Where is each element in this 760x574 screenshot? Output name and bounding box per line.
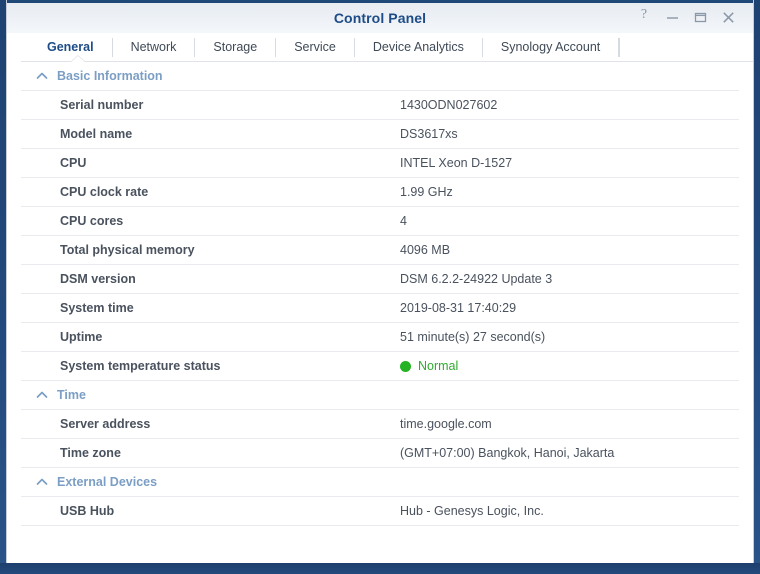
info-row: CPU INTEL Xeon D-1527 [21,149,739,178]
info-row-label: DSM version [60,272,136,286]
info-row: Total physical memory 4096 MB [21,236,739,265]
info-row-value: 2019-08-31 17:40:29 [400,301,517,315]
info-row-label: Time zone [60,446,121,460]
info-row-value: time.google.com [400,417,492,431]
tab-strip-end-divider [619,38,621,57]
maximize-icon [694,12,706,23]
active-tab-caret [70,56,85,62]
info-row: System time 2019-08-31 17:40:29 [21,294,739,323]
info-row-label: USB Hub [60,504,115,518]
info-row: DSM version DSM 6.2.2-24922 Update 3 [21,265,739,294]
info-row-value: Hub - Genesys Logic, Inc. [400,504,544,518]
question-mark-icon: ? [640,7,648,22]
info-row: CPU clock rate 1.99 GHz [21,178,739,207]
info-row: Uptime 51 minute(s) 27 second(s) [21,323,739,352]
info-row-value: (GMT+07:00) Bangkok, Hanoi, Jakarta [400,446,615,460]
section-title: External Devices [57,475,158,489]
info-row-value: DS3617xs [400,127,458,141]
tab-service[interactable]: Service [276,38,355,57]
info-row-value: INTEL Xeon D-1527 [400,156,513,170]
tab-network[interactable]: Network [113,38,196,57]
control-panel-window: Control Panel ? General Network Storage Ser… [6,0,754,563]
minimize-button[interactable] [661,8,683,28]
tab-storage[interactable]: Storage [195,38,277,57]
info-row-label: CPU clock rate [60,185,149,199]
tab-strip: General Network Storage Service Device Analy… [29,33,621,62]
info-row-label: Total physical memory [60,243,195,257]
section-header-basic-information[interactable]: Basic Information [21,62,739,91]
info-row-label: CPU [60,156,87,170]
info-row: Time zone (GMT+07:00) Bangkok, Hanoi, Jak… [21,439,739,468]
chevron-up-icon [36,72,48,79]
info-row-label: CPU cores [60,214,124,228]
section-title: Time [57,388,86,402]
info-row-value: 1.99 GHz [400,185,453,199]
close-icon [722,12,734,23]
chevron-up-icon[interactable] [35,475,49,489]
info-row-value: 1430ODN027602 [400,98,498,112]
chevron-up-icon[interactable] [35,388,49,402]
info-row-label: Model name [60,127,133,141]
info-row: Server address time.google.com [21,410,739,439]
info-row: USB Hub Hub - Genesys Logic, Inc. [21,497,739,526]
info-row: System temperature status Normal [21,352,739,381]
info-row-label: Server address [60,417,151,431]
info-row-value: DSM 6.2.2-24922 Update 3 [400,272,553,286]
tab-synology-account[interactable]: Synology Account [483,38,620,57]
status-badge: Normal [400,359,458,373]
info-row-value: 4 [400,214,407,228]
info-row-value: 4096 MB [400,243,451,257]
section-title: Basic Information [57,69,163,83]
section-header-time[interactable]: Time [21,381,739,410]
info-row-label: System temperature status [60,359,221,373]
info-row: Serial number 1430ODN027602 [21,91,739,120]
general-settings-content: Basic Information Serial number 1430ODN027… [7,62,753,563]
desktop-taskbar [0,563,760,574]
chevron-up-icon[interactable] [35,69,49,83]
info-row-label: Uptime [60,330,103,344]
info-row-value: Normal [418,359,459,373]
info-row: Model name DS3617xs [21,120,739,149]
chevron-up-icon [36,478,48,485]
section-header-external-devices[interactable]: External Devices [21,468,739,497]
window-title-bar: Control Panel ? [7,3,753,33]
minimize-icon [666,17,678,19]
tab-device-analytics[interactable]: Device Analytics [355,38,483,57]
close-button[interactable] [717,8,739,28]
info-row-label: System time [60,301,134,315]
maximize-button[interactable] [689,8,711,28]
info-row-label: Serial number [60,98,144,112]
status-dot-icon [400,360,411,372]
chevron-up-icon [36,391,48,398]
info-row-value: 51 minute(s) 27 second(s) [400,330,546,344]
info-row: CPU cores 4 [21,207,739,236]
help-button[interactable]: ? [633,8,655,28]
tab-bar: General Network Storage Service Device Analy… [7,33,753,62]
